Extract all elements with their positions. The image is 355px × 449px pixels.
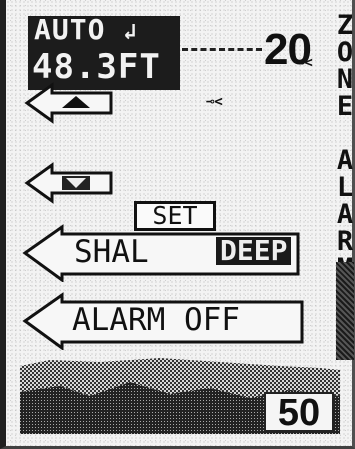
zone-label-letter: L [336,172,354,203]
mode-text: AUTO [34,13,106,46]
shallow-option[interactable]: SHAL [74,237,149,268]
fish-icon: ⊸< [206,94,223,110]
zone-alarm-vertical-label: Z O N E A L A R M [332,12,355,282]
sonar-screen: AUTO ↲ 48.3FT 20 ⊸< ⊸< Z O N E A L A R M… [0,0,355,449]
zone-label-letter: N [336,64,354,95]
zone-label-letter: R [336,226,354,257]
alarm-status-label: ALARM OFF [72,302,240,338]
zone-label-letter: A [336,199,354,230]
zone-label-letter: Z [336,10,354,41]
mode-indicator: AUTO ↲ [28,16,180,50]
zone-label-letter [332,120,355,147]
lower-range-label: 50 [264,392,334,432]
zone-label-letter: E [336,91,354,122]
zone-label-letter: A [336,145,354,176]
auto-zoom-icon: ↲ [123,20,138,45]
up-arrow-button[interactable] [24,82,114,124]
deep-option[interactable]: DEEP [216,237,292,265]
down-arrow-button[interactable] [24,162,114,204]
fish-icon: ⊸< [296,55,313,71]
zone-alarm-line [182,48,262,51]
zone-alarm-bar [336,262,354,360]
zone-label-letter: O [336,37,354,68]
